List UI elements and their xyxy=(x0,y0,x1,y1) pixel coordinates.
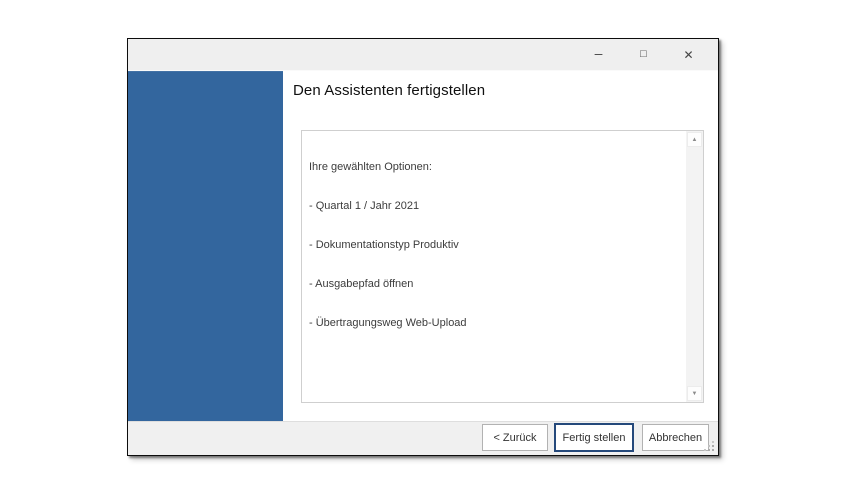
wizard-banner-panel xyxy=(128,71,283,422)
summary-text: Ihre gewählten Optionen: - Quartal 1 / J… xyxy=(302,131,686,402)
minimize-icon: – xyxy=(595,46,603,60)
page-title: Den Assistenten fertigstellen xyxy=(293,82,485,99)
summary-line: - Dokumentationstyp Produktiv xyxy=(309,239,679,252)
scroll-up-icon: ▲ xyxy=(692,137,698,143)
wizard-dialog: – □ ✕ Den Assistenten fertigstellen Ihre… xyxy=(127,38,719,456)
maximize-button[interactable]: □ xyxy=(621,39,666,70)
finish-button[interactable]: Fertig stellen xyxy=(554,423,634,452)
summary-line: - Quartal 1 / Jahr 2021 xyxy=(309,200,679,213)
cancel-button[interactable]: Abbrechen xyxy=(642,424,709,451)
scroll-up-button[interactable]: ▲ xyxy=(687,132,702,147)
close-button[interactable]: ✕ xyxy=(666,39,711,70)
maximize-icon: □ xyxy=(640,49,647,60)
resize-grip[interactable] xyxy=(703,440,715,452)
desktop-background: – □ ✕ Den Assistenten fertigstellen Ihre… xyxy=(0,0,846,494)
summary-line: - Ausgabepfad öffnen xyxy=(309,278,679,291)
minimize-button[interactable]: – xyxy=(576,39,621,70)
scroll-down-button[interactable]: ▼ xyxy=(687,386,702,401)
scroll-down-icon: ▼ xyxy=(692,391,698,397)
summary-line: - Übertragungsweg Web-Upload xyxy=(309,317,679,330)
close-icon: ✕ xyxy=(683,49,693,61)
back-button[interactable]: < Zurück xyxy=(482,424,548,451)
summary-line: Ihre gewählten Optionen: xyxy=(309,161,679,174)
vertical-scrollbar[interactable]: ▲ ▼ xyxy=(686,131,703,402)
scrollbar-track[interactable] xyxy=(687,148,702,385)
summary-textbox[interactable]: Ihre gewählten Optionen: - Quartal 1 / J… xyxy=(301,130,704,403)
titlebar[interactable]: – □ ✕ xyxy=(128,39,718,71)
